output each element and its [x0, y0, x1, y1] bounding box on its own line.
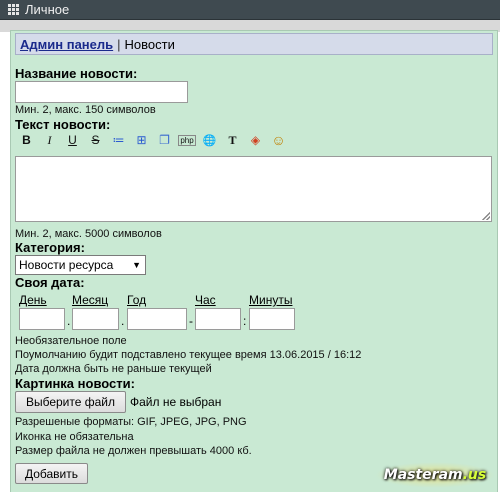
month-label: Месяц — [72, 293, 109, 307]
hour-label: Час — [195, 293, 216, 307]
no-file-status: Файл не выбран — [130, 395, 222, 409]
date-separator: . — [121, 314, 125, 328]
minutes-label: Минуты — [249, 293, 293, 307]
date-time-separator: - — [189, 314, 193, 328]
resize-grip-icon[interactable] — [482, 212, 490, 220]
strikethrough-icon[interactable]: S — [84, 132, 107, 148]
image-note-optional: Иконка не обязательна — [15, 431, 134, 443]
bold-icon[interactable]: B — [15, 132, 38, 148]
category-selected-value: Новости ресурса — [19, 258, 114, 272]
underline-icon[interactable]: U — [61, 132, 84, 148]
date-note-optional: Необязательное поле — [15, 335, 127, 347]
image-label: Картинка новости: — [15, 376, 135, 391]
category-label: Категория: — [15, 240, 85, 255]
hour-input[interactable] — [195, 308, 241, 330]
dropdown-arrow-icon: ▼ — [132, 260, 141, 270]
year-label: Год — [127, 293, 147, 307]
news-text-area[interactable] — [15, 156, 492, 222]
news-text-hint: Мин. 2, макс. 5000 символов — [15, 228, 162, 240]
news-title-hint: Мин. 2, макс. 150 символов — [15, 104, 156, 116]
news-text-label: Текст новости: — [15, 117, 111, 132]
image-note-formats: Разрешеные форматы: GIF, JPEG, JPG, PNG — [15, 416, 247, 428]
news-text-wrapper — [15, 156, 492, 222]
watermark-brand: Masteram — [383, 467, 463, 483]
spoiler-icon[interactable]: ⊞ — [130, 132, 153, 148]
watermark-suffix: .us — [462, 467, 487, 483]
day-label: День — [19, 293, 47, 307]
date-separator: . — [67, 314, 71, 328]
smiley-icon[interactable]: ☺ — [267, 132, 290, 148]
date-note-default: Поумолчанию будит подставлено текущее вр… — [15, 349, 362, 361]
year-input[interactable] — [127, 308, 187, 330]
date-note-constraint: Дата должна быть не раньше текущей — [15, 363, 212, 375]
window-title: Личное — [25, 2, 70, 17]
italic-icon[interactable]: I — [38, 132, 61, 148]
month-input[interactable] — [72, 308, 119, 330]
watermark-logo: Masteram .us — [375, 462, 495, 488]
list-icon[interactable]: ≔ — [107, 132, 130, 148]
day-input[interactable] — [19, 308, 65, 330]
quote-icon[interactable]: ❐ — [153, 132, 176, 148]
news-title-input[interactable] — [15, 81, 188, 103]
category-select[interactable]: Новости ресурса ▼ — [15, 255, 146, 275]
formatting-toolbar: B I U S ≔ ⊞ ❐ php 🌐 T ◈ ☺ — [15, 132, 290, 148]
link-icon[interactable]: 🌐 — [198, 132, 221, 148]
window-titlebar: Личное — [0, 0, 500, 20]
image-note-size: Размер файла не должен превышать 4000 кб… — [15, 445, 252, 457]
breadcrumb-current: Новости — [124, 36, 175, 52]
custom-date-label: Своя дата: — [15, 275, 85, 290]
breadcrumb-separator: | — [117, 36, 121, 52]
minutes-input[interactable] — [249, 308, 295, 330]
news-form-panel: Админ панель | Новости Название новости:… — [10, 30, 498, 492]
breadcrumb: Админ панель | Новости — [15, 33, 493, 55]
php-code-icon[interactable]: php — [178, 134, 196, 146]
news-title-label: Название новости: — [15, 66, 138, 81]
choose-file-button[interactable]: Выберите файл — [15, 391, 126, 413]
fill-color-icon[interactable]: ◈ — [244, 132, 267, 148]
time-separator: : — [243, 314, 247, 328]
add-button[interactable]: Добавить — [15, 463, 88, 484]
admin-panel-link[interactable]: Админ панель — [20, 37, 113, 52]
grid-menu-icon[interactable] — [8, 4, 19, 15]
text-color-icon[interactable]: T — [221, 132, 244, 148]
